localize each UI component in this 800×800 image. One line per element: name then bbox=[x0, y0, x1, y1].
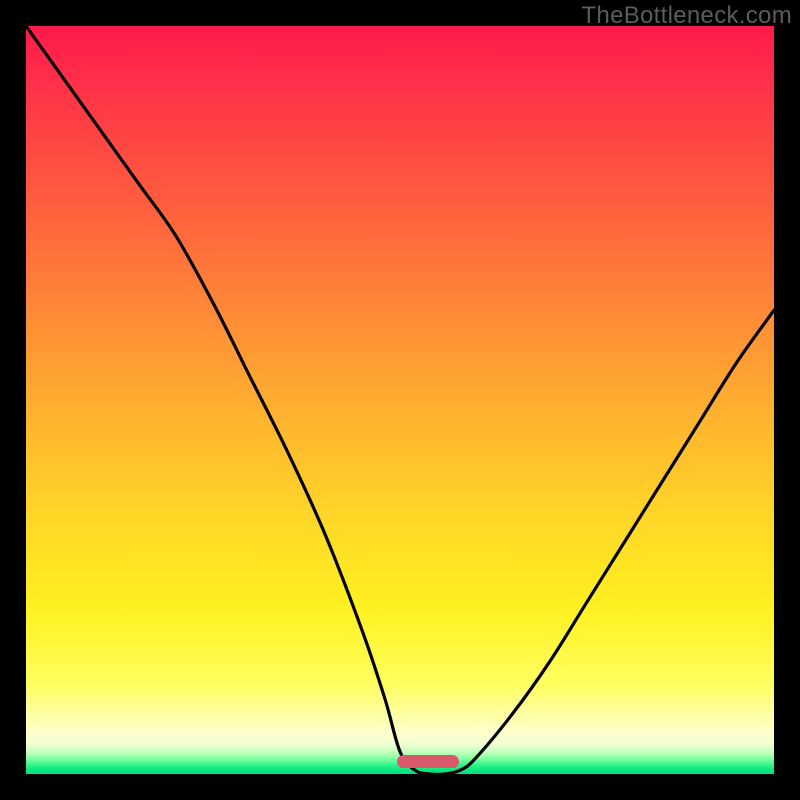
chart-frame: TheBottleneck.com bbox=[0, 0, 800, 800]
watermark-text: TheBottleneck.com bbox=[581, 2, 792, 30]
bottleneck-curve bbox=[26, 26, 774, 774]
minimum-marker bbox=[397, 755, 459, 768]
plot-area bbox=[26, 26, 774, 774]
